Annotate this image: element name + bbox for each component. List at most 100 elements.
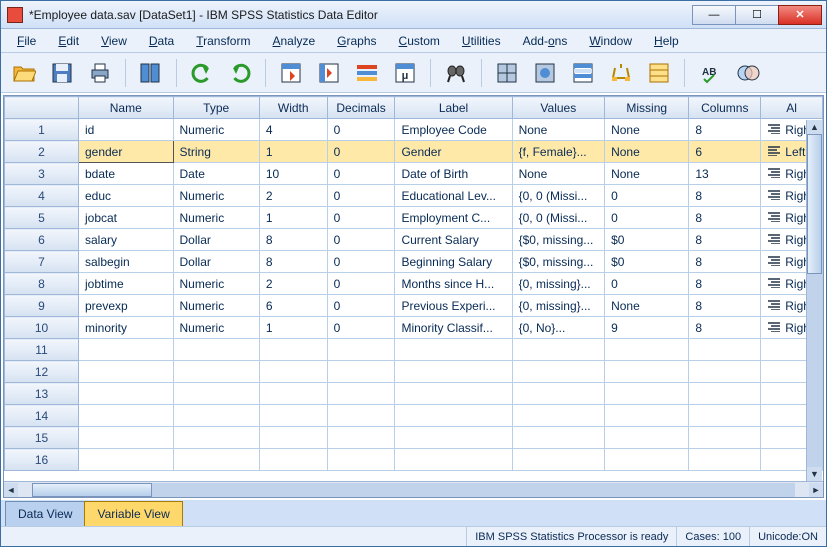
row-header[interactable]: 9 xyxy=(5,295,79,317)
cell-name[interactable]: bdate xyxy=(78,163,173,185)
cell-columns[interactable]: 8 xyxy=(689,119,761,141)
cell-width[interactable]: 8 xyxy=(259,229,327,251)
open-icon[interactable] xyxy=(9,58,39,88)
spellcheck-icon[interactable]: AB xyxy=(695,58,725,88)
corner-cell[interactable] xyxy=(5,97,79,119)
table-row-empty[interactable]: 15 xyxy=(5,427,823,449)
table-row[interactable]: 6salaryDollar80Current Salary{$0, missin… xyxy=(5,229,823,251)
col-decimals[interactable]: Decimals xyxy=(327,97,395,119)
cell-name[interactable]: prevexp xyxy=(78,295,173,317)
scroll-down-icon[interactable]: ▼ xyxy=(807,467,822,481)
cell-columns[interactable]: 8 xyxy=(689,251,761,273)
vertical-scrollbar[interactable]: ▲ ▼ xyxy=(806,120,822,481)
cell-columns[interactable]: 6 xyxy=(689,141,761,163)
cell-decimals[interactable]: 0 xyxy=(327,163,395,185)
title-bar[interactable]: *Employee data.sav [DataSet1] - IBM SPSS… xyxy=(1,1,826,29)
row-header[interactable]: 14 xyxy=(5,405,79,427)
row-header[interactable]: 11 xyxy=(5,339,79,361)
cell-width[interactable]: 1 xyxy=(259,317,327,339)
cell-name[interactable]: salary xyxy=(78,229,173,251)
scroll-left-icon[interactable]: ◄ xyxy=(4,483,18,497)
cell-missing[interactable]: $0 xyxy=(605,251,689,273)
weight-cases-icon[interactable] xyxy=(530,58,560,88)
cell-label[interactable]: Employment C... xyxy=(395,207,512,229)
close-button[interactable] xyxy=(778,5,822,25)
table-row-empty[interactable]: 11 xyxy=(5,339,823,361)
cell-missing[interactable]: 0 xyxy=(605,185,689,207)
cell-width[interactable]: 10 xyxy=(259,163,327,185)
cell-name[interactable]: jobtime xyxy=(78,273,173,295)
cell-type[interactable]: Numeric xyxy=(173,119,259,141)
save-icon[interactable] xyxy=(47,58,77,88)
table-row[interactable]: 2genderString10Gender{f, Female}...None6… xyxy=(5,141,823,163)
table-row[interactable]: 10minorityNumeric10Minority Classif...{0… xyxy=(5,317,823,339)
cell-width[interactable]: 2 xyxy=(259,185,327,207)
cell-type[interactable]: Numeric xyxy=(173,295,259,317)
cell-missing[interactable]: None xyxy=(605,141,689,163)
use-sets-icon[interactable] xyxy=(644,58,674,88)
cell-name[interactable]: id xyxy=(78,119,173,141)
cell-type[interactable]: Numeric xyxy=(173,317,259,339)
cell-name[interactable]: educ xyxy=(78,185,173,207)
cell-decimals[interactable]: 0 xyxy=(327,229,395,251)
variables-icon[interactable] xyxy=(352,58,382,88)
scroll-up-icon[interactable]: ▲ xyxy=(807,120,822,134)
cell-decimals[interactable]: 0 xyxy=(327,295,395,317)
cell-columns[interactable]: 8 xyxy=(689,295,761,317)
table-row[interactable]: 9prevexpNumeric60Previous Experi...{0, m… xyxy=(5,295,823,317)
col-values[interactable]: Values xyxy=(512,97,604,119)
table-row-empty[interactable]: 13 xyxy=(5,383,823,405)
cell-decimals[interactable]: 0 xyxy=(327,273,395,295)
col-type[interactable]: Type xyxy=(173,97,259,119)
cell-values[interactable]: {0, missing}... xyxy=(512,295,604,317)
menu-custom[interactable]: Custom xyxy=(389,31,450,51)
cell-name[interactable]: minority xyxy=(78,317,173,339)
cell-label[interactable]: Gender xyxy=(395,141,512,163)
menu-addons[interactable]: Add-ons xyxy=(513,31,578,51)
cell-values[interactable]: {$0, missing... xyxy=(512,251,604,273)
menu-data[interactable]: Data xyxy=(139,31,184,51)
cell-width[interactable]: 1 xyxy=(259,207,327,229)
redo-icon[interactable] xyxy=(225,58,255,88)
menu-edit[interactable]: Edit xyxy=(48,31,89,51)
menu-help[interactable]: Help xyxy=(644,31,689,51)
cell-label[interactable]: Previous Experi... xyxy=(395,295,512,317)
col-columns[interactable]: Columns xyxy=(689,97,761,119)
select-cases-icon[interactable] xyxy=(568,58,598,88)
cell-label[interactable]: Months since H... xyxy=(395,273,512,295)
cell-values[interactable]: {0, missing}... xyxy=(512,273,604,295)
cell-type[interactable]: Numeric xyxy=(173,273,259,295)
cell-columns[interactable]: 13 xyxy=(689,163,761,185)
col-width[interactable]: Width xyxy=(259,97,327,119)
split-file-icon[interactable] xyxy=(492,58,522,88)
col-align[interactable]: Al xyxy=(761,97,823,119)
minimize-button[interactable] xyxy=(692,5,736,25)
tab-variable-view[interactable]: Variable View xyxy=(84,501,182,526)
cell-type[interactable]: Dollar xyxy=(173,251,259,273)
cell-type[interactable]: Numeric xyxy=(173,207,259,229)
row-header[interactable]: 5 xyxy=(5,207,79,229)
row-header[interactable]: 1 xyxy=(5,119,79,141)
scroll-right-icon[interactable]: ► xyxy=(809,483,823,497)
cell-missing[interactable]: None xyxy=(605,163,689,185)
undo-icon[interactable] xyxy=(187,58,217,88)
recall-dialog-icon[interactable] xyxy=(136,58,166,88)
menu-file[interactable]: File xyxy=(7,31,46,51)
cell-missing[interactable]: 0 xyxy=(605,273,689,295)
table-row[interactable]: 5jobcatNumeric10Employment C...{0, 0 (Mi… xyxy=(5,207,823,229)
row-header[interactable]: 10 xyxy=(5,317,79,339)
menu-window[interactable]: Window xyxy=(579,31,642,51)
find-icon[interactable] xyxy=(441,58,471,88)
cell-label[interactable]: Current Salary xyxy=(395,229,512,251)
table-row[interactable]: 4educNumeric20Educational Lev...{0, 0 (M… xyxy=(5,185,823,207)
cell-decimals[interactable]: 0 xyxy=(327,207,395,229)
table-row-empty[interactable]: 16 xyxy=(5,449,823,471)
cell-decimals[interactable]: 0 xyxy=(327,185,395,207)
customize-icon[interactable] xyxy=(733,58,763,88)
menu-utilities[interactable]: Utilities xyxy=(452,31,511,51)
value-labels-icon[interactable] xyxy=(606,58,636,88)
vscroll-thumb[interactable] xyxy=(807,134,822,274)
cell-columns[interactable]: 8 xyxy=(689,229,761,251)
row-header[interactable]: 15 xyxy=(5,427,79,449)
row-header[interactable]: 16 xyxy=(5,449,79,471)
